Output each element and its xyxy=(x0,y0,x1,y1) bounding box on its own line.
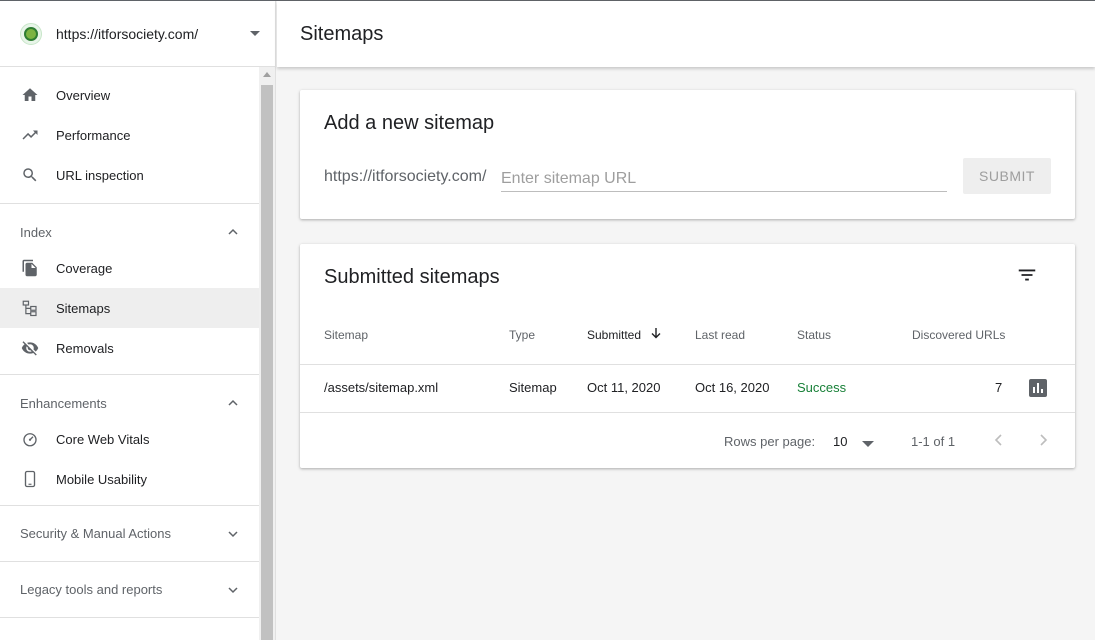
sidebar-item-core-web-vitals[interactable]: Core Web Vitals xyxy=(0,419,259,459)
home-icon xyxy=(20,85,40,105)
sidebar: https://itforsociety.com/ Overview Perfo… xyxy=(0,1,276,640)
status-badge: Success xyxy=(797,380,847,395)
submitted-sitemaps-title: Submitted sitemaps xyxy=(324,266,500,288)
sidebar-item-coverage[interactable]: Coverage xyxy=(0,248,259,288)
chevron-left-icon[interactable] xyxy=(989,430,1009,450)
section-title: Enhancements xyxy=(20,395,107,411)
property-url: https://itforsociety.com/ xyxy=(56,25,199,42)
column-header-type[interactable]: Type xyxy=(509,328,535,342)
caret-down-icon[interactable] xyxy=(862,441,874,447)
cell-last-read: Oct 16, 2020 xyxy=(695,380,770,395)
page-title: Sitemaps xyxy=(300,22,384,45)
sidebar-item-url-inspection[interactable]: URL inspection xyxy=(0,155,259,195)
sidebar-item-label: Sitemaps xyxy=(56,300,111,316)
cell-type: Sitemap xyxy=(509,380,557,395)
rows-per-page-select[interactable]: 10 xyxy=(833,434,847,449)
sidebar-item-sitemaps[interactable]: Sitemaps xyxy=(0,288,259,328)
sidebar-item-label: Removals xyxy=(56,340,114,356)
sidebar-nav: Overview Performance URL inspection Inde… xyxy=(0,67,259,618)
section-title: Security & Manual Actions xyxy=(20,526,172,541)
sidebar-item-mobile-usability[interactable]: Mobile Usability xyxy=(0,459,259,499)
divider xyxy=(300,364,1075,365)
enhancements-section: Enhancements Core Web Vitals Mobile Usab… xyxy=(0,374,259,505)
column-header-discovered-urls[interactable]: Discovered URLs xyxy=(912,328,1005,342)
index-section: Index Coverage Sitemaps Removals xyxy=(0,203,259,374)
bar-chart-icon[interactable] xyxy=(1029,379,1047,397)
chevron-down-icon xyxy=(227,584,239,596)
chevron-right-icon[interactable] xyxy=(1033,430,1053,450)
section-title: Index xyxy=(20,224,52,240)
search-icon xyxy=(20,165,40,185)
chevron-up-icon xyxy=(227,226,239,238)
sidebar-item-label: Performance xyxy=(56,127,131,143)
sitemap-url-input[interactable] xyxy=(501,166,947,192)
caret-down-icon[interactable] xyxy=(250,31,260,36)
sidebar-item-label: Coverage xyxy=(56,260,113,276)
column-header-last-read[interactable]: Last read xyxy=(695,328,745,342)
trending-up-icon xyxy=(20,125,40,145)
visibility-off-icon xyxy=(20,338,40,358)
property-favicon xyxy=(20,22,42,45)
legacy-section-header[interactable]: Legacy tools and reports xyxy=(0,561,259,617)
arrow-down-icon[interactable] xyxy=(649,326,663,345)
submit-button[interactable]: SUBMIT xyxy=(963,158,1051,194)
sidebar-item-label: Mobile Usability xyxy=(56,471,148,487)
divider xyxy=(300,412,1075,413)
sidebar-item-label: URL inspection xyxy=(56,167,144,183)
page-header: Sitemaps xyxy=(277,1,1095,67)
submitted-sitemaps-card: Submitted sitemaps Sitemap Type Submitte… xyxy=(300,244,1075,468)
copy-icon xyxy=(20,258,40,278)
chevron-up-icon xyxy=(227,397,239,409)
add-sitemap-card: Add a new sitemap https://itforsociety.c… xyxy=(300,90,1075,219)
column-header-submitted[interactable]: Submitted xyxy=(587,328,641,342)
rows-per-page-label: Rows per page: xyxy=(724,434,816,449)
column-header-status[interactable]: Status xyxy=(797,328,831,342)
scroll-up-arrow-icon[interactable] xyxy=(263,72,271,77)
speedometer-icon xyxy=(20,429,40,449)
sitemap-icon xyxy=(20,298,40,318)
section-title: Legacy tools and reports xyxy=(20,582,163,597)
column-header-sitemap[interactable]: Sitemap xyxy=(324,328,368,342)
sidebar-scrollbar[interactable] xyxy=(259,67,275,640)
cell-submitted: Oct 11, 2020 xyxy=(587,380,661,395)
sitemap-url-prefix: https://itforsociety.com/ xyxy=(324,168,487,185)
add-sitemap-title: Add a new sitemap xyxy=(324,112,495,134)
property-selector[interactable]: https://itforsociety.com/ xyxy=(0,1,275,67)
chevron-down-icon xyxy=(227,528,239,540)
pagination-range: 1-1 of 1 xyxy=(911,434,956,449)
sidebar-item-label: Overview xyxy=(56,87,111,103)
sidebar-item-removals[interactable]: Removals xyxy=(0,328,259,368)
filter-icon[interactable] xyxy=(1016,264,1038,286)
sidebar-item-overview[interactable]: Overview xyxy=(0,75,259,115)
phone-icon xyxy=(20,469,40,489)
security-section-header[interactable]: Security & Manual Actions xyxy=(0,505,259,561)
sidebar-item-label: Core Web Vitals xyxy=(56,431,150,447)
sidebar-item-performance[interactable]: Performance xyxy=(0,115,259,155)
cell-discovered-urls: 7 xyxy=(995,380,1003,395)
scrollbar-thumb[interactable] xyxy=(261,85,273,640)
cell-sitemap: /assets/sitemap.xml xyxy=(324,380,439,395)
